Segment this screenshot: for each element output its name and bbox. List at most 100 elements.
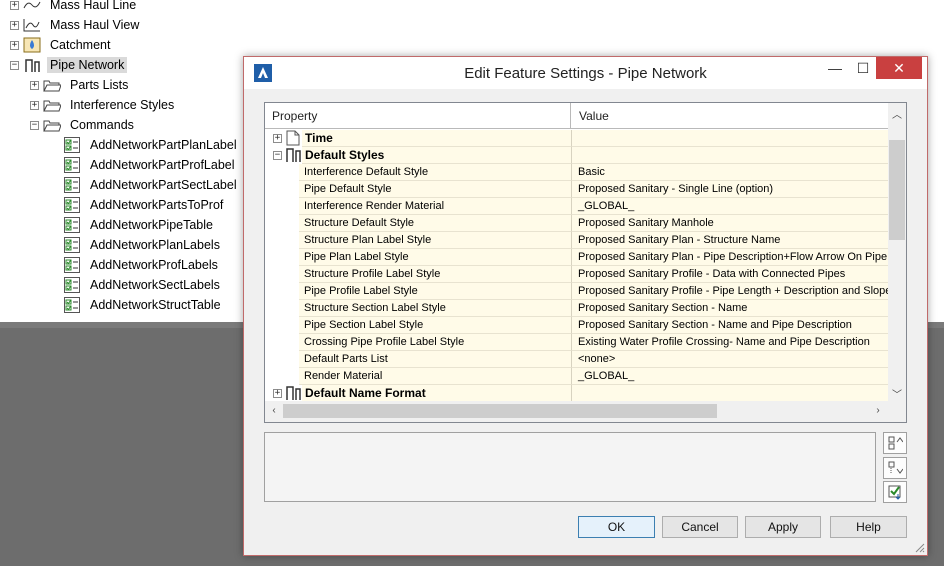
grid-property-row[interactable]: Interference Render Material _GLOBAL_ bbox=[265, 198, 888, 215]
tree-item[interactable]: AddNetworkPartProfLabel bbox=[50, 155, 238, 175]
scroll-right-icon[interactable]: › bbox=[869, 405, 887, 416]
expand-icon[interactable]: + bbox=[273, 134, 282, 143]
property-value[interactable]: Proposed Sanitary Manhole bbox=[571, 215, 888, 232]
expand-icon[interactable]: + bbox=[10, 40, 19, 50]
grid-category-row[interactable]: − Default Styles bbox=[265, 147, 888, 164]
collapse-all-button[interactable] bbox=[883, 457, 907, 479]
expand-icon[interactable]: + bbox=[30, 80, 39, 90]
tree-item[interactable]: AddNetworkPartsToProf bbox=[50, 195, 226, 215]
row-gutter bbox=[265, 249, 299, 266]
collapse-icon[interactable]: − bbox=[273, 151, 282, 160]
tree-item-label: AddNetworkPartProfLabel bbox=[90, 158, 235, 172]
property-value[interactable]: <none> bbox=[571, 351, 888, 368]
horizontal-scrollbar[interactable]: ‹ › bbox=[265, 401, 888, 422]
property-value[interactable]: Proposed Sanitary Plan - Pipe Descriptio… bbox=[571, 249, 888, 266]
expand-icon[interactable]: + bbox=[10, 0, 19, 10]
grid-property-row[interactable]: Default Parts List <none> bbox=[265, 351, 888, 368]
mass-haul-view-icon bbox=[23, 17, 41, 33]
row-gutter bbox=[265, 164, 299, 181]
property-value[interactable]: Proposed Sanitary Section - Name and Pip… bbox=[571, 317, 888, 334]
expand-icon[interactable]: + bbox=[30, 100, 39, 110]
tree-item[interactable]: − Commands bbox=[30, 115, 137, 135]
property-value[interactable] bbox=[571, 130, 888, 147]
tree-item[interactable]: + Interference Styles bbox=[30, 95, 177, 115]
apply-button[interactable]: Apply bbox=[745, 516, 821, 538]
property-name: Crossing Pipe Profile Label Style bbox=[299, 334, 571, 351]
property-name: Structure Default Style bbox=[299, 215, 571, 232]
close-button[interactable]: ✕ bbox=[876, 57, 922, 79]
tree-item-label: AddNetworkPlanLabels bbox=[90, 238, 220, 252]
help-button[interactable]: Help bbox=[830, 516, 907, 538]
tree-item[interactable]: AddNetworkPlanLabels bbox=[50, 235, 223, 255]
ok-button[interactable]: OK bbox=[578, 516, 655, 538]
expand-icon[interactable]: + bbox=[273, 389, 282, 398]
tree-item[interactable]: − Pipe Network bbox=[10, 55, 128, 75]
maximize-button[interactable]: ☐ bbox=[850, 57, 876, 79]
grid-property-row[interactable]: Pipe Default Style Proposed Sanitary - Si… bbox=[265, 181, 888, 198]
property-value[interactable]: Proposed Sanitary Section - Name bbox=[571, 300, 888, 317]
property-value[interactable]: Basic bbox=[571, 164, 888, 181]
property-value[interactable]: Proposed Sanitary Profile - Pipe Length … bbox=[571, 283, 888, 300]
resize-grip-icon[interactable] bbox=[913, 541, 925, 553]
tree-item[interactable]: AddNetworkProfLabels bbox=[50, 255, 221, 275]
grid-property-row[interactable]: Pipe Section Label Style Proposed Sanitar… bbox=[265, 317, 888, 334]
grid-rows: + Time − Default Styles Interference Default… bbox=[265, 130, 888, 401]
tree-item[interactable]: + Mass Haul Line bbox=[10, 0, 139, 15]
command-icon bbox=[63, 237, 81, 253]
folder-icon bbox=[43, 97, 61, 113]
grid-property-row[interactable]: Interference Default Style Basic bbox=[265, 164, 888, 181]
vertical-scrollbar[interactable]: ︿ ﹀ bbox=[888, 103, 906, 401]
tree-item-label: Interference Styles bbox=[70, 98, 175, 112]
grid-category-row[interactable]: + Time bbox=[265, 130, 888, 147]
tree-item[interactable]: AddNetworkStructTable bbox=[50, 295, 224, 315]
property-name: Pipe Section Label Style bbox=[299, 317, 571, 334]
property-value[interactable] bbox=[571, 147, 888, 164]
scroll-up-icon[interactable]: ︿ bbox=[888, 106, 906, 121]
scroll-left-icon[interactable]: ‹ bbox=[265, 405, 283, 416]
tree-item[interactable]: AddNetworkPipeTable bbox=[50, 215, 216, 235]
horizontal-scroll-thumb[interactable] bbox=[283, 404, 717, 418]
column-header-value[interactable]: Value bbox=[572, 103, 888, 129]
grid-property-row[interactable]: Crossing Pipe Profile Label Style Existin… bbox=[265, 334, 888, 351]
tree-item[interactable]: + Parts Lists bbox=[30, 75, 131, 95]
tree-item[interactable]: AddNetworkPartPlanLabel bbox=[50, 135, 240, 155]
grid-category-row[interactable]: + Default Name Format bbox=[265, 385, 888, 401]
expand-icon[interactable]: + bbox=[10, 20, 19, 30]
grid-header: Property Value bbox=[265, 103, 906, 129]
minimize-button[interactable]: — bbox=[822, 57, 848, 79]
property-value[interactable]: Proposed Sanitary - Single Line (option) bbox=[571, 181, 888, 198]
grid-property-row[interactable]: Pipe Plan Label Style Proposed Sanitary P… bbox=[265, 249, 888, 266]
scroll-down-icon[interactable]: ﹀ bbox=[888, 386, 906, 401]
grid-property-row[interactable]: Structure Profile Label Style Proposed Sa… bbox=[265, 266, 888, 283]
collapse-icon[interactable]: − bbox=[10, 60, 19, 70]
collapse-icon[interactable]: − bbox=[30, 120, 39, 130]
property-value[interactable] bbox=[571, 385, 888, 401]
row-gutter bbox=[265, 351, 299, 368]
lock-all-button[interactable] bbox=[883, 481, 907, 503]
tree-item[interactable]: + Mass Haul View bbox=[10, 15, 142, 35]
tree-item-label: Mass Haul View bbox=[50, 18, 140, 32]
property-value[interactable]: _GLOBAL_ bbox=[571, 198, 888, 215]
tree-item-label: Catchment bbox=[50, 38, 111, 52]
tree-item[interactable]: AddNetworkPartSectLabel bbox=[50, 175, 240, 195]
property-value[interactable]: Proposed Sanitary Profile - Data with Co… bbox=[571, 266, 888, 283]
expand-all-button[interactable] bbox=[883, 432, 907, 454]
vertical-scroll-thumb[interactable] bbox=[889, 140, 905, 240]
tree-item[interactable]: + Catchment bbox=[10, 35, 113, 55]
grid-property-row[interactable]: Structure Default Style Proposed Sanitary… bbox=[265, 215, 888, 232]
property-value[interactable]: Proposed Sanitary Plan - Structure Name bbox=[571, 232, 888, 249]
grid-property-row[interactable]: Structure Plan Label Style Proposed Sanit… bbox=[265, 232, 888, 249]
cancel-button[interactable]: Cancel bbox=[662, 516, 738, 538]
dialog-titlebar[interactable]: Edit Feature Settings - Pipe Network — ☐… bbox=[244, 57, 927, 89]
property-value[interactable]: _GLOBAL_ bbox=[571, 368, 888, 385]
grid-property-row[interactable]: Render Material _GLOBAL_ bbox=[265, 368, 888, 385]
property-grid[interactable]: Property Value + Time − Default Styles Inter… bbox=[264, 102, 907, 423]
command-icon bbox=[63, 277, 81, 293]
tree-item-label: AddNetworkProfLabels bbox=[90, 258, 218, 272]
property-value[interactable]: Existing Water Profile Crossing- Name an… bbox=[571, 334, 888, 351]
column-header-property[interactable]: Property bbox=[265, 103, 571, 129]
grid-property-row[interactable]: Structure Section Label Style Proposed Sa… bbox=[265, 300, 888, 317]
pipe-network-icon bbox=[23, 57, 41, 73]
tree-item[interactable]: AddNetworkSectLabels bbox=[50, 275, 223, 295]
grid-property-row[interactable]: Pipe Profile Label Style Proposed Sanitar… bbox=[265, 283, 888, 300]
